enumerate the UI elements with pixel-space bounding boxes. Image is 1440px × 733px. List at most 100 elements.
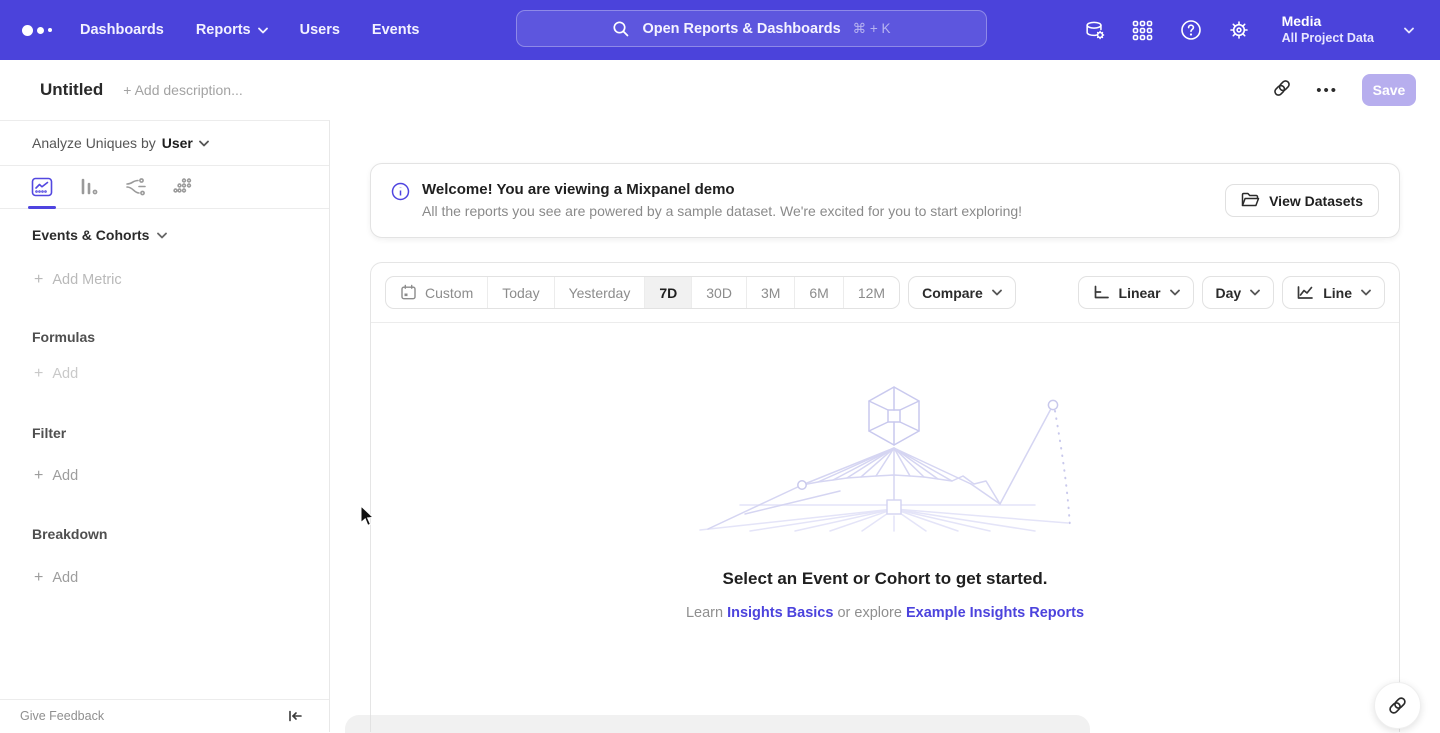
add-filter-button[interactable]: + Add: [34, 467, 78, 485]
range-7d[interactable]: 7D: [644, 277, 691, 308]
share-link-fab[interactable]: [1374, 682, 1421, 729]
add-breakdown-label: Add: [52, 570, 78, 586]
empty-state: Select an Event or Cohort to get started…: [371, 323, 1399, 621]
range-today-label: Today: [502, 285, 539, 301]
primary-nav: Dashboards Reports Users Events: [80, 22, 419, 38]
plus-icon: +: [34, 365, 43, 383]
report-description-placeholder[interactable]: + Add description...: [123, 82, 242, 98]
example-insights-reports-link[interactable]: Example Insights Reports: [906, 605, 1084, 621]
add-metric-label: Add Metric: [52, 272, 121, 288]
learn-prefix: Learn: [686, 605, 723, 621]
range-yesterday-label: Yesterday: [569, 285, 631, 301]
chevron-down-icon: [1250, 289, 1260, 296]
add-formula-label: Add: [52, 366, 78, 382]
or-explore-text: or explore: [837, 605, 901, 621]
tab-insights-line[interactable]: [30, 175, 54, 199]
query-builder-sidebar: Analyze Uniques by User: [0, 120, 330, 732]
banner-title: Welcome! You are viewing a Mixpanel demo: [422, 179, 1022, 202]
sidebar-footer: Give Feedback: [0, 699, 329, 732]
chevron-down-icon: [992, 289, 1002, 296]
nav-users[interactable]: Users: [300, 22, 340, 38]
save-button[interactable]: Save: [1362, 74, 1416, 106]
add-filter-label: Add: [52, 468, 78, 484]
range-custom-label: Custom: [425, 285, 473, 301]
insights-basics-link[interactable]: Insights Basics: [727, 605, 833, 621]
nav-dashboards-label: Dashboards: [80, 22, 164, 38]
give-feedback-link[interactable]: Give Feedback: [20, 709, 104, 723]
settings-gear-icon[interactable]: [1228, 19, 1250, 41]
project-switcher[interactable]: Media All Project Data: [1282, 13, 1374, 46]
report-title[interactable]: Untitled: [40, 80, 103, 100]
range-custom[interactable]: Custom: [386, 277, 487, 308]
events-cohorts-section[interactable]: Events & Cohorts: [32, 227, 167, 243]
global-search[interactable]: Open Reports & Dashboards ⌘ + K: [516, 10, 987, 47]
range-12m-label: 12M: [858, 285, 885, 301]
interval-dropdown[interactable]: Day: [1202, 276, 1275, 309]
analyze-by-dropdown[interactable]: User: [162, 135, 209, 151]
filter-section-title: Filter: [32, 425, 66, 441]
nav-reports[interactable]: Reports: [196, 22, 268, 38]
chevron-down-icon: [1361, 289, 1371, 296]
chart-panel: Custom Today Yesterday 7D 30D 3M 6M 12M …: [370, 262, 1400, 732]
chart-type-dropdown[interactable]: Line: [1282, 276, 1385, 309]
view-datasets-button[interactable]: View Datasets: [1225, 184, 1379, 217]
empty-state-illustration: [690, 381, 1080, 533]
events-cohorts-label: Events & Cohorts: [32, 227, 149, 243]
range-30d[interactable]: 30D: [691, 277, 746, 308]
nav-reports-label: Reports: [196, 22, 251, 38]
range-yesterday[interactable]: Yesterday: [554, 277, 645, 308]
add-formula-button[interactable]: + Add: [34, 365, 78, 383]
analyze-prefix-label: Analyze Uniques by: [32, 135, 156, 151]
chevron-down-icon: [199, 140, 209, 147]
mixpanel-logo-icon[interactable]: [22, 25, 62, 36]
plus-icon: +: [34, 569, 43, 587]
visualization-tabs: [0, 166, 329, 209]
add-metric-button[interactable]: + Add Metric: [34, 271, 122, 289]
scale-dropdown[interactable]: Linear: [1078, 276, 1194, 309]
folder-icon: [1241, 192, 1260, 209]
more-options-icon[interactable]: •••: [1316, 82, 1338, 99]
project-chevron-icon[interactable]: [1404, 27, 1414, 34]
nav-dashboards[interactable]: Dashboards: [80, 22, 164, 38]
range-3m[interactable]: 3M: [746, 277, 794, 308]
copy-link-icon[interactable]: [1272, 78, 1292, 103]
line-chart-icon: [1296, 284, 1314, 301]
calendar-icon: [400, 284, 417, 301]
project-scope: All Project Data: [1282, 31, 1374, 47]
scale-label: Linear: [1119, 285, 1161, 301]
collapse-sidebar-icon[interactable]: [287, 708, 303, 724]
chevron-down-icon: [258, 27, 268, 34]
add-breakdown-button[interactable]: + Add: [34, 569, 78, 587]
compare-label: Compare: [922, 285, 983, 301]
bottom-table-sheet[interactable]: [345, 715, 1090, 733]
range-12m[interactable]: 12M: [843, 277, 899, 308]
help-icon[interactable]: [1180, 19, 1202, 41]
linear-axes-icon: [1092, 284, 1110, 301]
tab-flow[interactable]: [124, 175, 148, 199]
analyze-value: User: [162, 135, 193, 151]
compare-dropdown[interactable]: Compare: [908, 276, 1016, 309]
empty-state-title: Select an Event or Cohort to get started…: [723, 569, 1048, 589]
link-icon: [1387, 695, 1408, 716]
apps-grid-icon[interactable]: [1132, 19, 1154, 41]
range-today[interactable]: Today: [487, 277, 553, 308]
search-icon: [612, 20, 630, 38]
report-header: Untitled + Add description... ••• Save: [0, 60, 1440, 120]
chevron-down-icon: [1170, 289, 1180, 296]
data-management-icon[interactable]: [1084, 19, 1106, 41]
range-3m-label: 3M: [761, 285, 780, 301]
chevron-down-icon: [157, 232, 167, 239]
tab-scatter[interactable]: [171, 175, 195, 199]
range-7d-label: 7D: [659, 285, 677, 301]
search-label: Open Reports & Dashboards: [642, 21, 840, 37]
tab-bar-chart[interactable]: [77, 175, 101, 199]
nav-events-label: Events: [372, 22, 420, 38]
plus-icon: +: [34, 271, 43, 289]
plus-icon: +: [34, 467, 43, 485]
breakdown-section-title: Breakdown: [32, 526, 107, 542]
welcome-banner: Welcome! You are viewing a Mixpanel demo…: [370, 163, 1400, 238]
project-name: Media: [1282, 13, 1374, 31]
range-6m[interactable]: 6M: [794, 277, 842, 308]
active-tab-indicator: [28, 206, 56, 209]
nav-events[interactable]: Events: [372, 22, 420, 38]
